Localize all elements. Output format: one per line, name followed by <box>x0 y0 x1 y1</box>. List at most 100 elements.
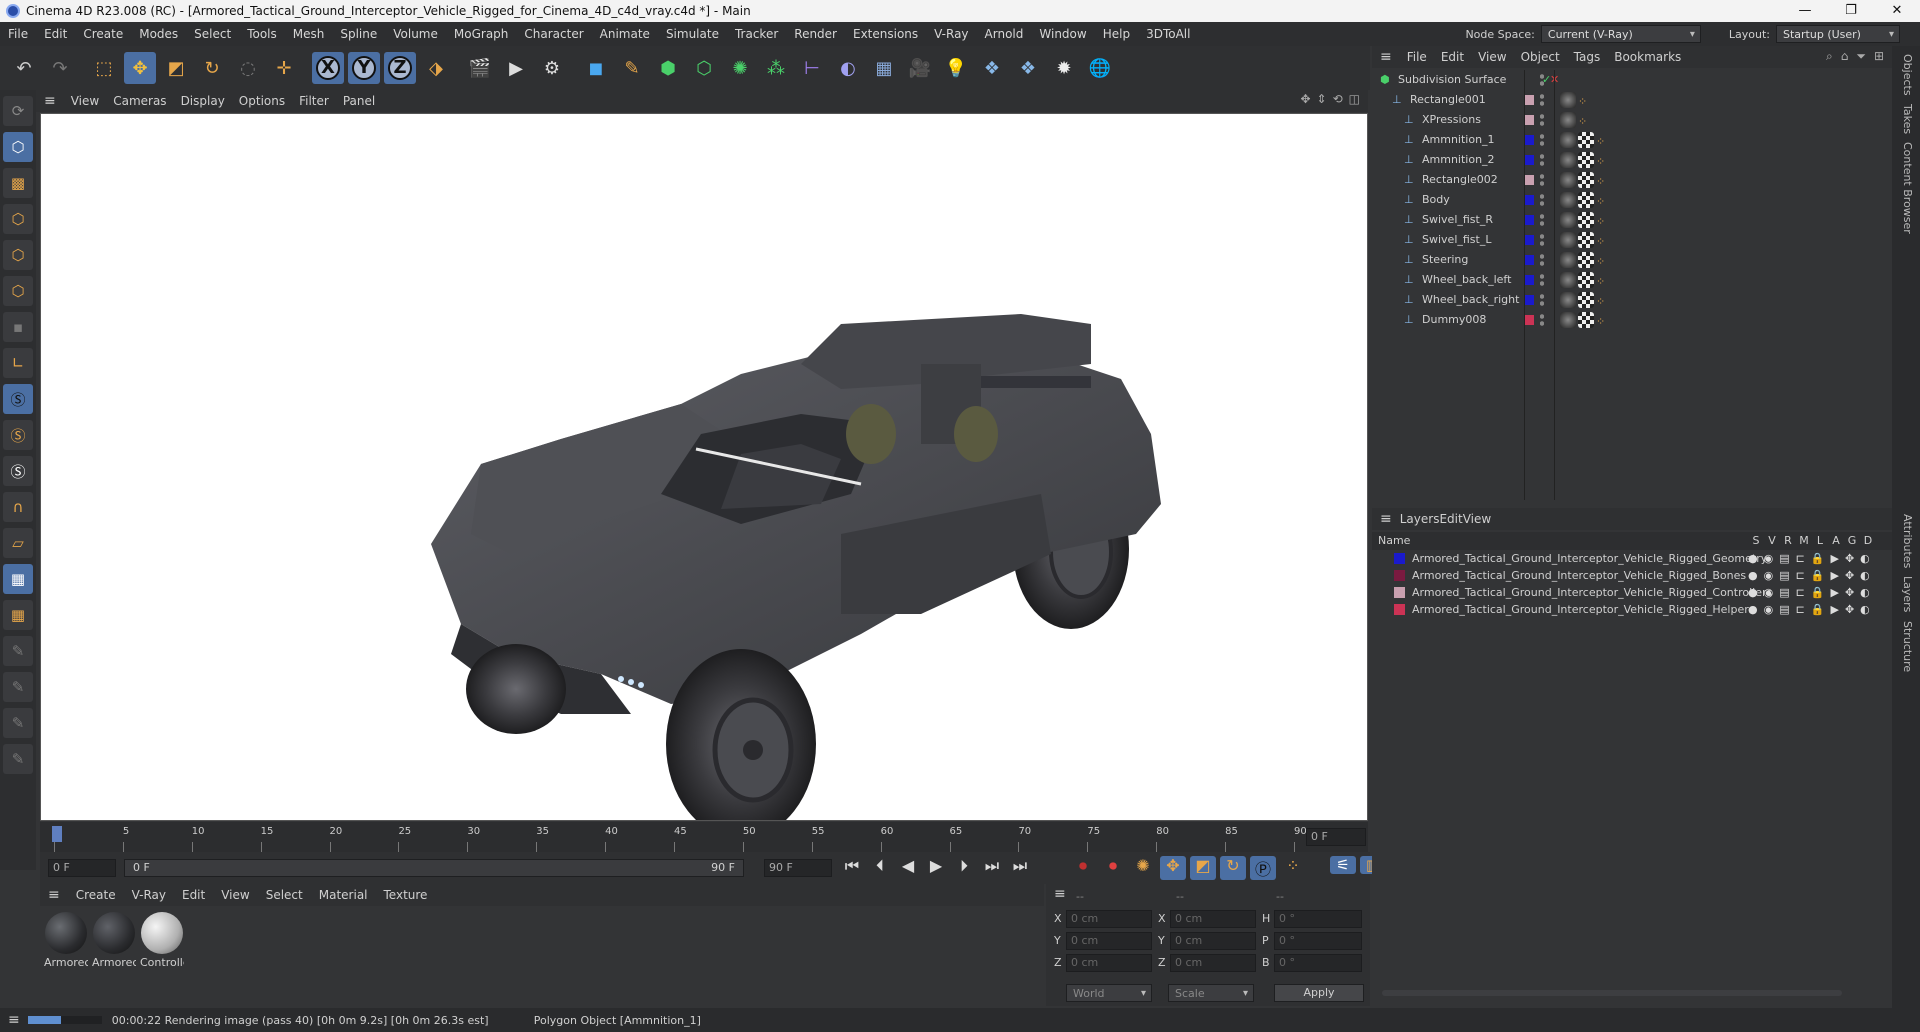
rotate-view-icon[interactable]: ⟲ <box>1333 92 1343 106</box>
object-menu-edit[interactable]: Edit <box>1434 50 1471 64</box>
layer-color-swatch[interactable] <box>1394 604 1405 615</box>
side-tab-layers[interactable]: Layers <box>1898 576 1914 612</box>
floor-icon[interactable]: ▦ <box>868 52 900 84</box>
coord-size-field[interactable]: 0 cm <box>1170 932 1256 950</box>
previous-frame-icon[interactable]: ◀ <box>896 856 920 876</box>
y-axis-lock-icon[interactable]: Y <box>348 52 380 84</box>
ik-tag-icon[interactable]: ⁘ <box>1596 172 1605 192</box>
viewport-menu-cameras[interactable]: Cameras <box>106 94 173 108</box>
menu-help[interactable]: Help <box>1095 27 1138 41</box>
next-key-icon[interactable]: ⏭ <box>980 856 1004 876</box>
object-row[interactable]: ⊥ Rectangle001 ⁘ <box>1372 90 1892 110</box>
workplane-icon[interactable]: ▱ <box>3 528 33 558</box>
material-menu-material[interactable]: Material <box>311 888 376 902</box>
coord-rotation-field[interactable]: 0 ° <box>1274 910 1362 928</box>
menu-render[interactable]: Render <box>786 27 845 41</box>
edges-mode-icon[interactable]: ⬡ <box>3 240 33 270</box>
layer-column-header[interactable]: D <box>1860 532 1876 550</box>
material-tag-icon[interactable] <box>1560 192 1576 208</box>
model-mode-icon[interactable]: ⬡ <box>3 132 33 162</box>
status-hamburger-icon[interactable]: ≡ <box>0 1012 28 1028</box>
visibility-dots[interactable] <box>1540 193 1544 207</box>
layout-select[interactable]: Startup (User) <box>1776 25 1900 43</box>
object-menu-view[interactable]: View <box>1471 50 1513 64</box>
viewport-menu-panel[interactable]: Panel <box>336 94 382 108</box>
search-icon[interactable]: ⌕ <box>1826 49 1833 64</box>
menu-file[interactable]: File <box>0 27 36 41</box>
visibility-dots[interactable] <box>1540 113 1544 127</box>
material-swatch[interactable]: Controlle <box>140 912 184 969</box>
render-view-icon[interactable]: 🎬 <box>464 52 496 84</box>
snap-icon[interactable]: Ⓢ <box>3 384 33 414</box>
checker-tag-icon[interactable] <box>1578 292 1594 308</box>
object-row[interactable]: ⊥ Ammnition_2 ⁘ <box>1372 150 1892 170</box>
go-to-start-icon[interactable]: ⏮ <box>840 856 864 876</box>
visibility-dots[interactable] <box>1540 313 1544 327</box>
visibility-dots[interactable] <box>1540 293 1544 307</box>
python-icon[interactable]: ❖ <box>976 52 1008 84</box>
layer-toggle-icons[interactable]: ●◉▤⊏🔒▶✥◐ <box>1748 567 1876 584</box>
viewport-menu-options[interactable]: Options <box>232 94 292 108</box>
layer-column-header[interactable]: M <box>1796 532 1812 550</box>
z-axis-lock-icon[interactable]: Z <box>384 52 416 84</box>
material-tag-icon[interactable] <box>1560 92 1576 108</box>
checker-tag-icon[interactable] <box>1578 252 1594 268</box>
layer-menu-view[interactable]: View <box>1463 512 1491 526</box>
layer-row[interactable]: Armored_Tactical_Ground_Interceptor_Vehi… <box>1372 550 1892 567</box>
live-selection-icon[interactable]: ⬚ <box>88 52 120 84</box>
menu-spline[interactable]: Spline <box>332 27 385 41</box>
layer-color-swatch[interactable] <box>1394 587 1405 598</box>
object-row[interactable]: ⊥ Rectangle002 ⁘ <box>1372 170 1892 190</box>
home-icon[interactable]: ⌂ <box>1841 49 1849 64</box>
node-space-select[interactable]: Current (V-Ray) <box>1540 25 1701 43</box>
menu-modes[interactable]: Modes <box>131 27 186 41</box>
world-coordinates-icon[interactable]: ⬗ <box>420 52 452 84</box>
layer-column-header[interactable]: R <box>1780 532 1796 550</box>
pla-key-icon[interactable]: ⁘ <box>1280 856 1306 880</box>
object-row[interactable]: ⬢Subdivision Surface✓✕ <box>1372 70 1892 90</box>
material-menu-v-ray[interactable]: V-Ray <box>124 888 174 902</box>
object-row[interactable]: ⊥ Wheel_back_left ⁘ <box>1372 270 1892 290</box>
position-key-icon[interactable]: ✥ <box>1160 856 1186 880</box>
side-tab-structure[interactable]: Structure <box>1898 621 1914 672</box>
play-icon[interactable]: ▶ <box>924 856 948 876</box>
layer-menu-edit[interactable]: Edit <box>1439 512 1462 526</box>
material-tag-icon[interactable] <box>1560 152 1576 168</box>
menu-3dtoall[interactable]: 3DToAll <box>1138 27 1198 41</box>
material-tag-icon[interactable] <box>1560 252 1576 268</box>
object-row[interactable]: ⊥ Ammnition_1 ⁘ <box>1372 130 1892 150</box>
object-row[interactable]: ⊥ Swivel_fist_L ⁘ <box>1372 230 1892 250</box>
object-menu-object[interactable]: Object <box>1514 50 1567 64</box>
frame-range-slider[interactable]: 0 F 90 F <box>124 859 744 877</box>
material-swatch[interactable]: Armorec <box>92 912 136 969</box>
material-tag-icon[interactable] <box>1560 272 1576 288</box>
sculpt-icon[interactable]: ✎ <box>3 672 33 702</box>
menu-mesh[interactable]: Mesh <box>285 27 333 41</box>
material-tag-icon[interactable] <box>1560 112 1576 128</box>
material-tag-icon[interactable] <box>1560 132 1576 148</box>
scale-icon[interactable]: ◩ <box>160 52 192 84</box>
zoom-view-icon[interactable]: ⇕ <box>1317 92 1327 106</box>
cube-icon[interactable]: ◼ <box>580 52 612 84</box>
object-row[interactable]: ⊥ Dummy008 ⁘ <box>1372 310 1892 330</box>
visibility-dots[interactable] <box>1540 173 1544 187</box>
playhead[interactable] <box>52 826 62 842</box>
viewport-menu-filter[interactable]: Filter <box>292 94 336 108</box>
menu-select[interactable]: Select <box>186 27 239 41</box>
menu-tools[interactable]: Tools <box>239 27 285 41</box>
menu-volume[interactable]: Volume <box>385 27 446 41</box>
extrude-icon[interactable]: ⬡ <box>688 52 720 84</box>
smooth-brush-icon[interactable]: ✎ <box>3 744 33 774</box>
rotate-icon[interactable]: ↻ <box>196 52 228 84</box>
layer-menu-layers[interactable]: Layers <box>1400 512 1440 526</box>
polygons-mode-icon[interactable]: ⬡ <box>3 276 33 306</box>
material-menu-edit[interactable]: Edit <box>174 888 213 902</box>
layer-column-header[interactable]: L <box>1812 532 1828 550</box>
coord-size-field[interactable]: 0 cm <box>1170 954 1256 972</box>
side-tab-content-browser[interactable]: Content Browser <box>1898 142 1914 234</box>
coords-hamburger-icon[interactable]: ≡ <box>1054 886 1066 902</box>
coord-size-field[interactable]: 0 cm <box>1170 910 1256 928</box>
current-frame-field[interactable]: 0 F <box>1306 828 1366 846</box>
coordinate-mode-select[interactable]: World <box>1066 984 1152 1002</box>
points-mode-icon[interactable]: ⬡ <box>3 204 33 234</box>
